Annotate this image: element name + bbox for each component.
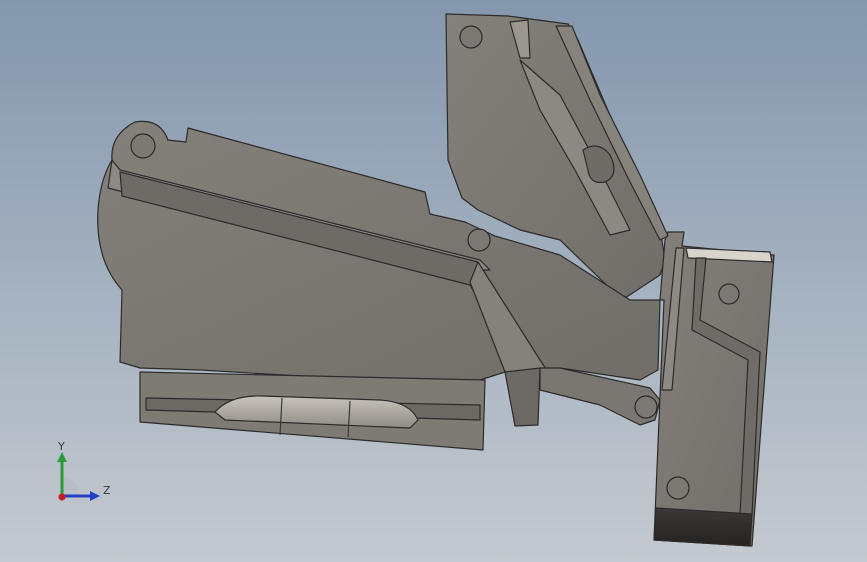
- coordinate-triad: Y Z: [57, 440, 111, 501]
- z-axis-label: Z: [103, 484, 111, 497]
- y-arrow-icon: [57, 452, 67, 462]
- lower-flange[interactable]: [139, 367, 541, 451]
- hinge-model[interactable]: [0, 0, 867, 562]
- triad-plane: [62, 478, 80, 496]
- x-axis-dot: [58, 493, 66, 501]
- graphics-viewport[interactable]: Y Z: [0, 0, 867, 562]
- z-arrow-icon: [90, 491, 100, 501]
- mounting-plate[interactable]: [653, 231, 775, 547]
- y-axis-label: Y: [57, 440, 65, 453]
